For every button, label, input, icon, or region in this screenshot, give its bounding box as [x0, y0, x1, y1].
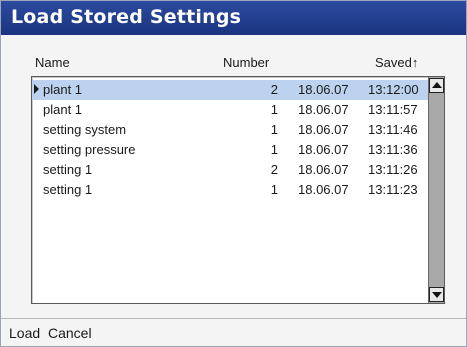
cancel-button[interactable]: Cancel [48, 325, 92, 341]
list-row[interactable]: plant 1 2 18.06.07 13:12:00 [32, 80, 428, 100]
scroll-down-button[interactable] [429, 287, 444, 302]
row-number: 1 [270, 122, 278, 137]
scroll-up-button[interactable] [429, 78, 444, 93]
row-date: 18.06.07 [298, 82, 349, 97]
list-row[interactable]: plant 1 1 18.06.07 13:11:57 [32, 100, 428, 120]
row-time: 13:11:23 [368, 182, 418, 197]
row-date: 18.06.07 [298, 162, 349, 177]
row-date: 18.06.07 [298, 182, 349, 197]
row-name: setting 1 [43, 182, 93, 197]
list-row[interactable]: setting system 1 18.06.07 13:11:46 [32, 120, 428, 140]
row-time: 13:11:57 [368, 102, 418, 117]
row-number: 2 [270, 162, 278, 177]
row-time: 13:11:46 [368, 122, 418, 137]
row-number: 1 [270, 102, 278, 117]
vertical-scrollbar[interactable] [428, 77, 444, 303]
arrow-up-icon [432, 82, 442, 88]
footer-bar: Load Cancel [1, 319, 466, 346]
settings-list[interactable]: plant 1 2 18.06.07 13:12:00 plant 1 1 18… [31, 76, 445, 304]
selection-arrow-icon [34, 84, 39, 94]
row-time: 13:11:36 [368, 142, 418, 157]
row-number: 2 [270, 82, 278, 97]
row-date: 18.06.07 [298, 122, 349, 137]
row-name: setting 1 [43, 162, 93, 177]
arrow-down-icon [432, 292, 442, 298]
row-name: setting pressure [43, 142, 136, 157]
column-header-saved[interactable]: Saved↑ [375, 55, 418, 70]
column-header-name[interactable]: Name [35, 55, 70, 70]
column-headers: Name Number Saved↑ [1, 35, 466, 75]
load-button[interactable]: Load [9, 325, 40, 341]
row-date: 18.06.07 [298, 102, 349, 117]
row-name: plant 1 [43, 82, 83, 97]
list-row[interactable]: setting 1 1 18.06.07 13:11:23 [32, 180, 428, 200]
row-name: setting system [43, 122, 127, 137]
row-number: 1 [270, 182, 278, 197]
title-bar: Load Stored Settings [1, 1, 466, 35]
row-time: 13:11:26 [368, 162, 418, 177]
row-date: 18.06.07 [298, 142, 349, 157]
row-time: 13:12:00 [368, 82, 419, 97]
row-name: plant 1 [43, 102, 83, 117]
dialog-title: Load Stored Settings [11, 6, 242, 28]
row-number: 1 [270, 142, 278, 157]
load-stored-settings-dialog: Load Stored Settings Name Number Saved↑ … [0, 0, 467, 347]
column-header-number[interactable]: Number [223, 55, 269, 70]
list-row[interactable]: setting pressure 1 18.06.07 13:11:36 [32, 140, 428, 160]
list-row[interactable]: setting 1 2 18.06.07 13:11:26 [32, 160, 428, 180]
